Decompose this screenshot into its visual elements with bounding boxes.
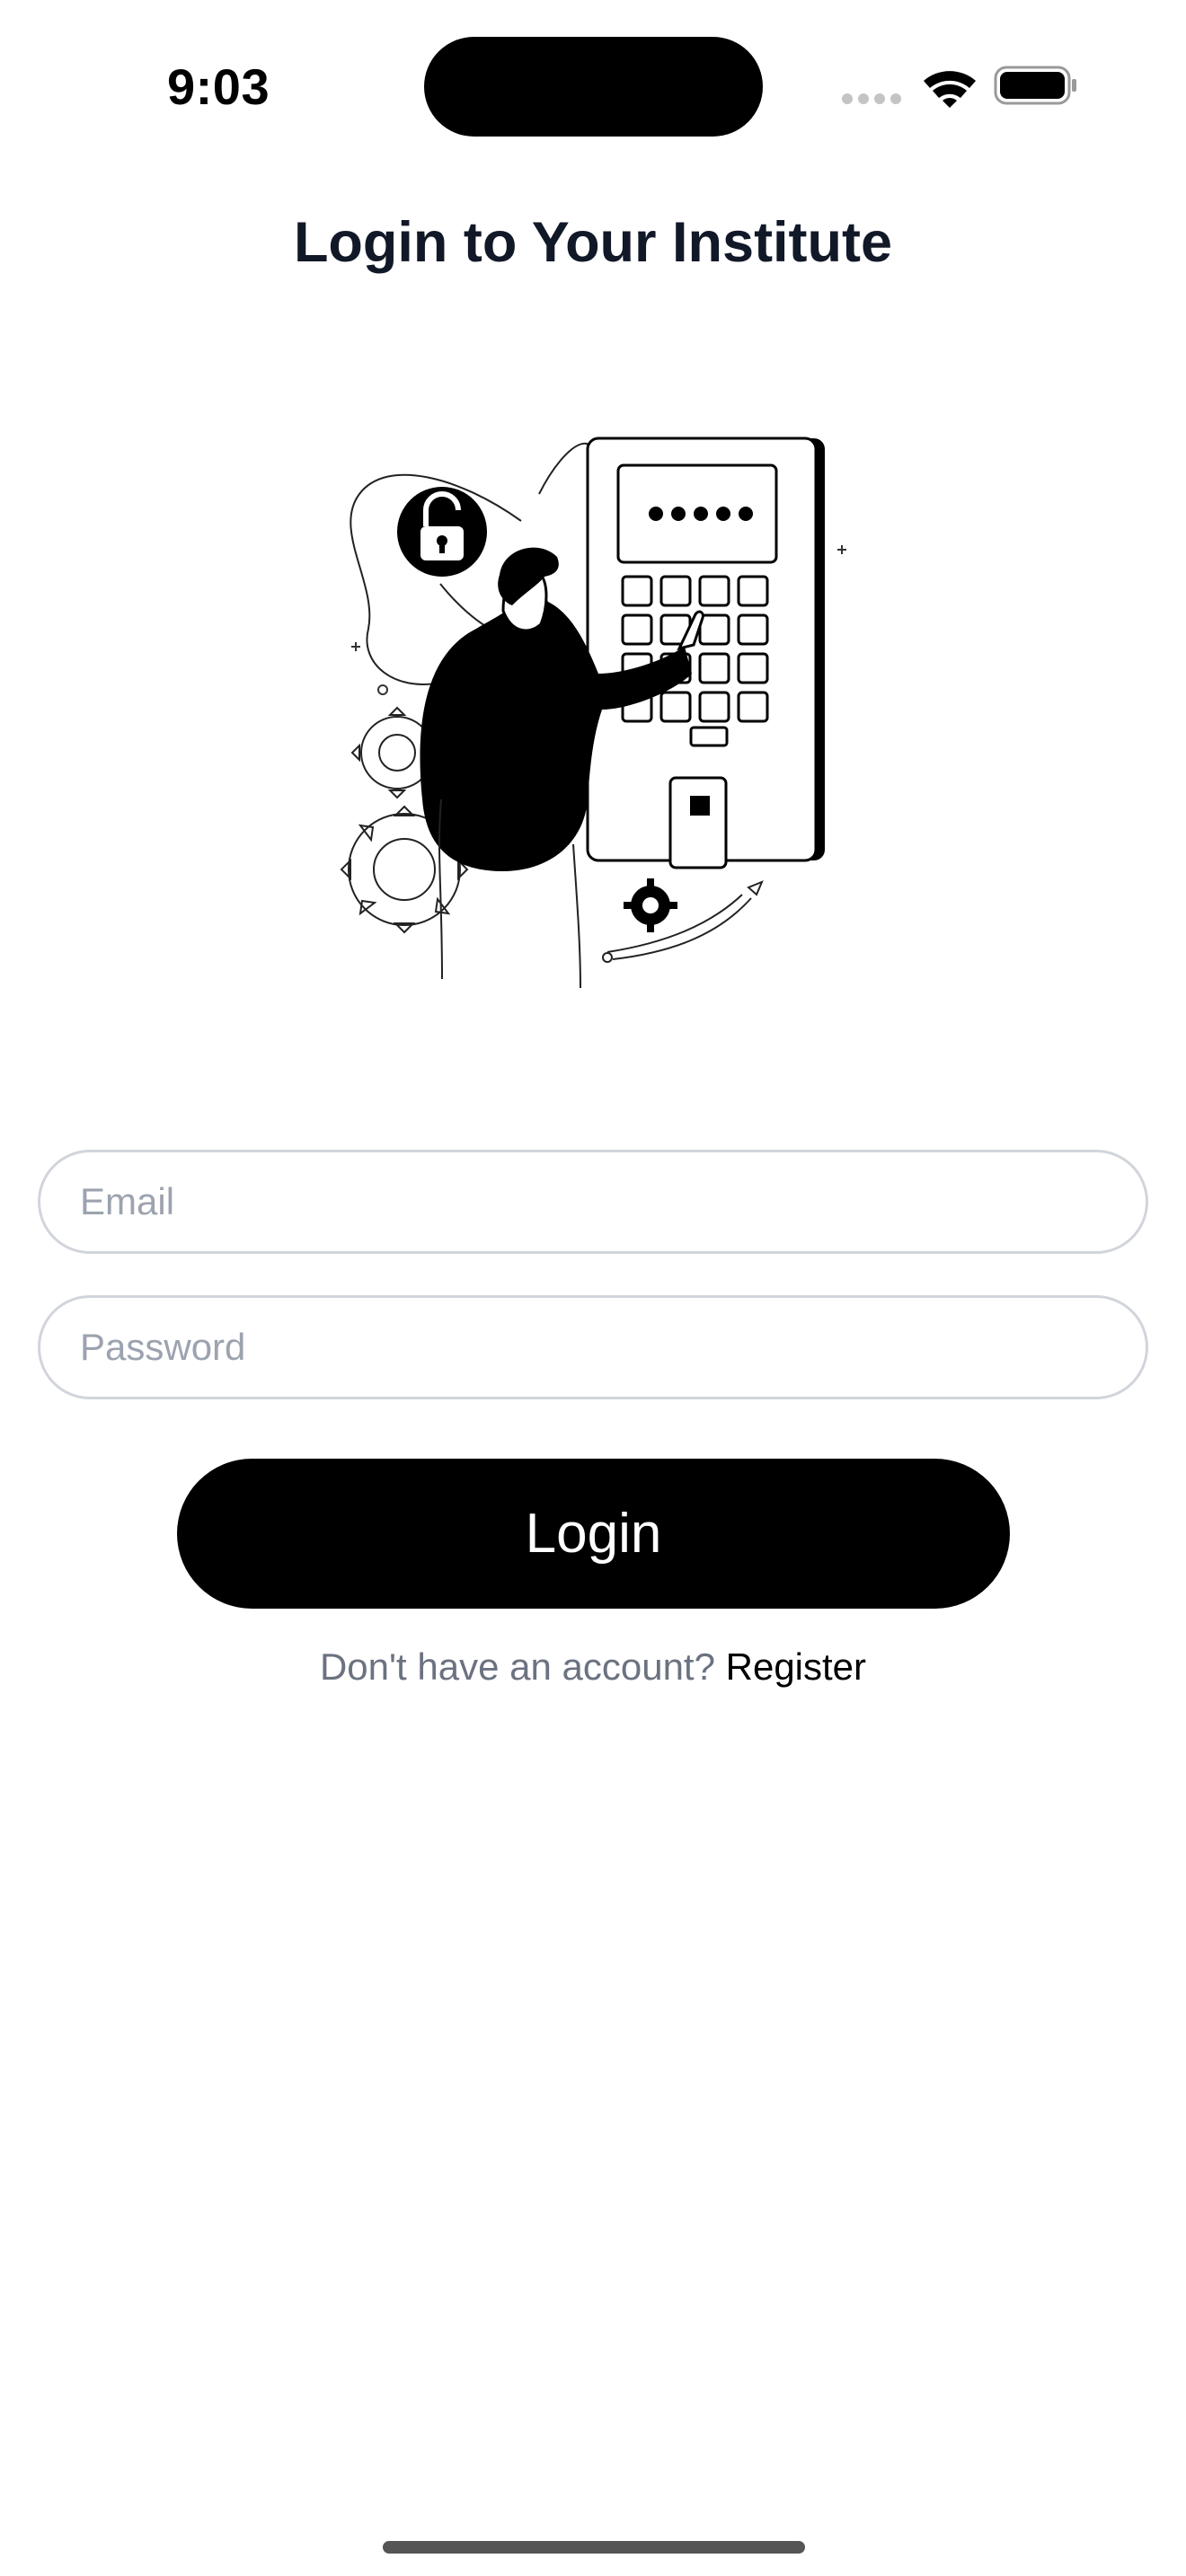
password-field[interactable] — [38, 1295, 1148, 1399]
cellular-dots-icon — [842, 93, 901, 104]
status-icons — [840, 65, 1083, 110]
login-button[interactable]: Login — [177, 1459, 1010, 1609]
status-time: 9:03 — [167, 58, 270, 115]
dynamic-island — [424, 37, 763, 137]
register-prompt-text: Don't have an account? — [319, 1645, 715, 1688]
page-title: Login to Your Institute — [293, 211, 893, 274]
battery-icon — [994, 66, 1076, 105]
home-indicator[interactable] — [383, 2541, 805, 2554]
wifi-icon — [924, 71, 976, 108]
register-link[interactable]: Register — [726, 1645, 866, 1688]
register-prompt-row: Don't have an account? Register — [0, 1645, 1186, 1689]
login-illustration — [332, 422, 854, 997]
keypad-device — [586, 437, 825, 869]
lock-icon — [397, 487, 487, 577]
email-field[interactable] — [38, 1150, 1148, 1254]
small-gear-icon — [624, 878, 677, 932]
